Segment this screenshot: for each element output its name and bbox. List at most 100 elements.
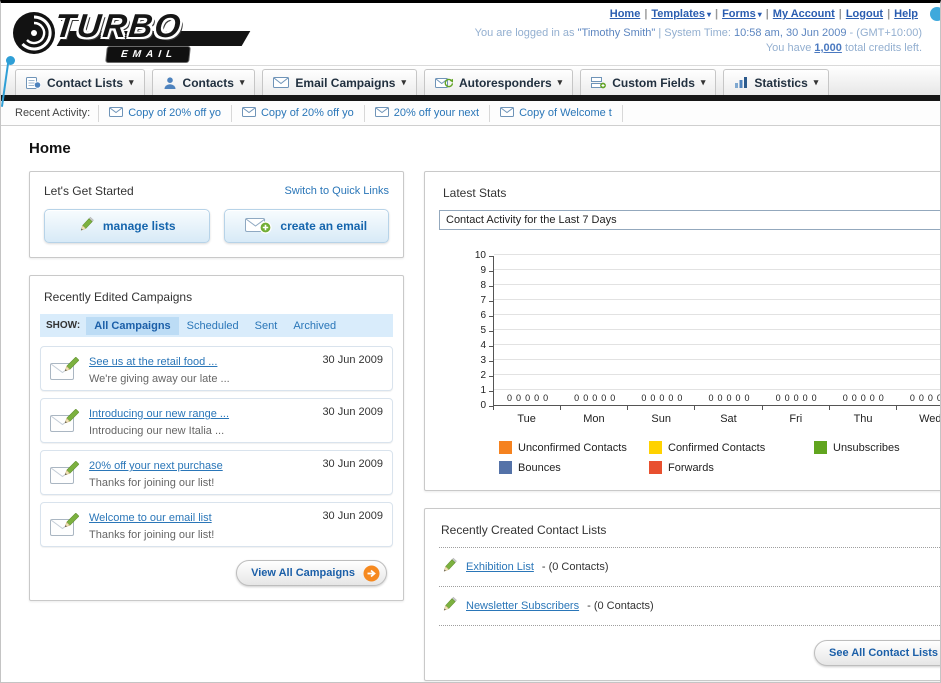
filter-scheduled[interactable]: Scheduled (179, 317, 247, 335)
top-nav: Home | Templates ▾ | Forms ▾ | My Account | Logout… (475, 8, 922, 20)
y-tick-label: 4 (480, 340, 486, 351)
top-link-templates[interactable]: Templates ▾ (651, 8, 711, 20)
show-label: SHOW: (46, 320, 81, 331)
value-label: 0 (677, 393, 683, 403)
campaign-item: Introducing our new range ... Introducing… (40, 398, 393, 443)
logo-text: TURBO EMAIL (53, 7, 265, 63)
value-label: 0 (869, 393, 875, 403)
create-email-button[interactable]: create an email (223, 209, 389, 243)
separator: | (715, 8, 719, 20)
switch-to-quick-links-link[interactable]: Switch to Quick Links (284, 185, 389, 197)
system-time: 10:58 am, 30 Jun 2009 (733, 27, 847, 39)
contact-lists-icon (26, 76, 41, 90)
email-edit-icon (50, 356, 80, 382)
campaign-text: Introducing our new range ... Introducing… (89, 404, 313, 437)
contact-list-detail: - (0 Contacts) (541, 561, 609, 573)
campaign-title-link[interactable]: Introducing our new range ... (89, 408, 229, 420)
decorative-corner-dot (930, 7, 940, 21)
top-link-home[interactable]: Home (610, 8, 641, 20)
y-tick-label: 9 (480, 265, 486, 276)
tab-autoresponders[interactable]: Autoresponders ▾ (423, 69, 574, 95)
stats-period-select[interactable]: Contact Activity for the Last 7 Days ▼ (439, 210, 940, 230)
campaigns-panel-title: Recently Edited Campaigns (44, 290, 193, 304)
y-tick-label: 2 (480, 370, 486, 381)
activity-item[interactable]: Copy of 20% off yo (98, 104, 232, 122)
get-started-panel: Let's Get Started Switch to Quick Links … (29, 171, 404, 258)
view-all-campaigns-button[interactable]: View All Campaigns (236, 560, 387, 586)
tab-label: Statistics (754, 75, 808, 90)
recent-activity-label: Recent Activity: (15, 107, 91, 119)
tab-statistics[interactable]: Statistics ▾ (723, 69, 830, 95)
value-label: 0 (507, 393, 513, 403)
value-group: 00000 (695, 394, 762, 403)
tab-email-campaigns[interactable]: Email Campaigns ▾ (262, 69, 417, 95)
get-started-title: Let's Get Started (44, 184, 134, 198)
activity-item[interactable]: Copy of Welcome t (490, 104, 623, 122)
chart-x-ticks (493, 406, 940, 410)
page-title: Home (29, 140, 71, 157)
legend-item: Unsubscribes (814, 441, 940, 454)
x-axis-label: Wed (919, 413, 941, 425)
tab-label: Contact Lists (47, 75, 124, 90)
value-label: 0 (610, 393, 616, 403)
legend-label: Bounces (518, 461, 561, 474)
see-all-contact-lists-button[interactable]: See All Contact Lists (813, 640, 940, 666)
value-label: 0 (525, 393, 531, 403)
email-campaigns-icon (273, 77, 290, 88)
pencil-icon (78, 216, 95, 236)
top-link-logout[interactable]: Logout (846, 8, 883, 20)
gridline (494, 299, 940, 300)
value-label: 0 (641, 393, 647, 403)
value-group: 00000 (561, 394, 628, 403)
contact-list-item: Newsletter Subscribers - (0 Contacts) (439, 587, 940, 626)
chevron-down-icon: ▾ (401, 77, 406, 87)
campaign-list: See us at the retail food ... We're givin… (40, 346, 393, 547)
x-tick (761, 406, 829, 410)
custom-fields-icon (591, 76, 607, 89)
pencil-icon (441, 557, 458, 577)
create-email-label: create an email (280, 219, 368, 233)
gridline (494, 344, 940, 345)
manage-lists-button[interactable]: manage lists (44, 209, 210, 243)
header-right: Home | Templates ▾ | Forms ▾ | My Account | Logout… (475, 8, 922, 54)
y-tick-mark (489, 406, 493, 407)
contact-activity-chart: 10 9 8 7 6 5 4 3 2 1 0 000000000000000000000000000… (469, 251, 941, 474)
campaign-text: Welcome to our email list Thanks for join… (89, 508, 313, 541)
filter-sent[interactable]: Sent (247, 317, 286, 335)
email-icon (241, 106, 256, 120)
value-group: 00000 (897, 394, 940, 403)
legend-item: Unconfirmed Contacts (499, 441, 649, 454)
top-link-help[interactable]: Help (894, 8, 918, 20)
top-link-my-account[interactable]: My Account (773, 8, 835, 20)
top-link-forms[interactable]: Forms ▾ (722, 8, 762, 20)
value-label: 0 (842, 393, 848, 403)
filter-all-campaigns[interactable]: All Campaigns (86, 316, 179, 335)
x-tick (694, 406, 761, 410)
gridline (494, 389, 940, 390)
contact-list-link[interactable]: Exhibition List (466, 561, 534, 573)
campaign-title-link[interactable]: See us at the retail food ... (89, 356, 217, 368)
x-tick (493, 406, 560, 410)
value-label: 0 (717, 393, 723, 403)
campaign-subtitle: Thanks for joining our list! (89, 477, 215, 489)
activity-item[interactable]: 20% off your next (365, 104, 491, 122)
activity-item[interactable]: Copy of 20% off yo (232, 104, 365, 122)
value-label: 0 (937, 394, 940, 403)
view-all-campaigns-label: View All Campaigns (251, 567, 355, 579)
legend-label: Confirmed Contacts (668, 441, 766, 454)
x-axis-label: Tue (517, 413, 536, 425)
logo-word-turbo: TURBO (53, 7, 185, 44)
autoresponders-icon (434, 76, 453, 89)
value-group: 00000 (763, 394, 830, 403)
y-tick-label: 6 (480, 310, 486, 321)
campaign-title-link[interactable]: 20% off your next purchase (89, 460, 223, 472)
value-label: 0 (574, 393, 580, 403)
contact-list-link[interactable]: Newsletter Subscribers (466, 600, 579, 612)
tab-custom-fields[interactable]: Custom Fields ▾ (580, 69, 717, 95)
campaign-title-link[interactable]: Welcome to our email list (89, 512, 212, 524)
chevron-down-icon: ▾ (757, 10, 762, 19)
tab-contacts[interactable]: Contacts ▾ (151, 69, 256, 95)
tab-contact-lists[interactable]: Contact Lists ▾ (15, 69, 145, 95)
filter-archived[interactable]: Archived (285, 317, 344, 335)
value-label: 0 (668, 393, 674, 403)
